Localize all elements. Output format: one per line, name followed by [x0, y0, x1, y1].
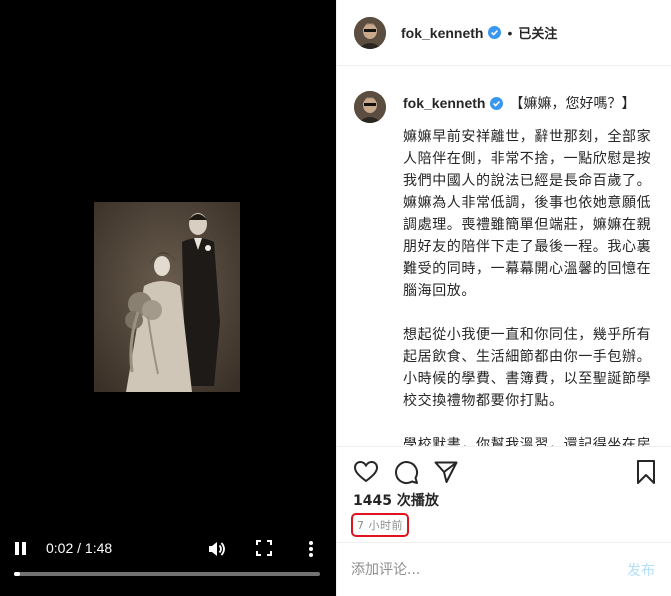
avatar[interactable]: [354, 91, 386, 123]
heart-icon[interactable]: [353, 459, 379, 485]
action-bar: [337, 446, 671, 496]
video-time: 0:02 / 1:48: [46, 540, 113, 556]
caption-paragraph: 嫲嫲早前安祥離世，辭世那刻，全部家人陪伴在側，非常不捨，一點欣慰是按我們中國人的…: [403, 129, 652, 299]
username[interactable]: fok_kenneth: [401, 25, 483, 41]
fullscreen-icon[interactable]: [256, 540, 272, 556]
caption-paragraph: 想起從小我便一直和你同住，幾乎所有起居飲食、生活細節都由你一手包辦。小時候的學費…: [403, 327, 652, 409]
post-comment-button[interactable]: 发布: [627, 560, 655, 580]
comment-icon[interactable]: [393, 459, 419, 485]
follow-status-button[interactable]: 已关注: [518, 23, 557, 42]
caption-body: 嫲嫲早前安祥離世，辭世那刻，全部家人陪伴在側，非常不捨，一點欣慰是按我們中國人的…: [403, 126, 661, 446]
caption-username[interactable]: fok_kenneth: [403, 95, 485, 111]
more-vertical-icon[interactable]: [306, 539, 316, 559]
video-controls: 0:02 / 1:48: [0, 536, 336, 562]
caption-paragraph: 學校默書，你幫我溫習，還記得坐在房門口，你教我「耳王十四一心」加在一起就是個「聽…: [403, 437, 652, 446]
verified-badge-icon: [488, 26, 502, 39]
share-icon[interactable]: [433, 459, 459, 485]
comment-bar: 发布: [337, 542, 671, 596]
post-timestamp[interactable]: 7 小时前: [351, 513, 409, 537]
pause-icon[interactable]: [14, 542, 28, 556]
caption-area[interactable]: fok_kenneth 【嫲嫲，您好嗎？】 嫲嫲早前安祥離世，辭世那刻，全部家人…: [337, 66, 671, 446]
view-count: 1445 次播放: [353, 493, 439, 509]
verified-badge-icon: [490, 96, 504, 110]
caption-title: 【嫲嫲，您好嗎？】: [509, 96, 636, 112]
volume-icon[interactable]: [206, 539, 226, 559]
avatar[interactable]: [354, 17, 386, 49]
separator-dot: •: [507, 24, 513, 41]
video-player[interactable]: 0:02 / 1:48: [0, 0, 336, 596]
video-progress-bar[interactable]: [14, 572, 320, 576]
wedding-photo: [94, 202, 240, 392]
video-progress-fill: [14, 572, 21, 576]
post-panel: fok_kenneth • 已关注 fok_kenneth 【嫲嫲，您好嗎？】 …: [336, 0, 671, 596]
post-header: fok_kenneth • 已关注: [337, 0, 671, 66]
comment-input[interactable]: [351, 559, 591, 581]
bookmark-icon[interactable]: [633, 459, 659, 485]
